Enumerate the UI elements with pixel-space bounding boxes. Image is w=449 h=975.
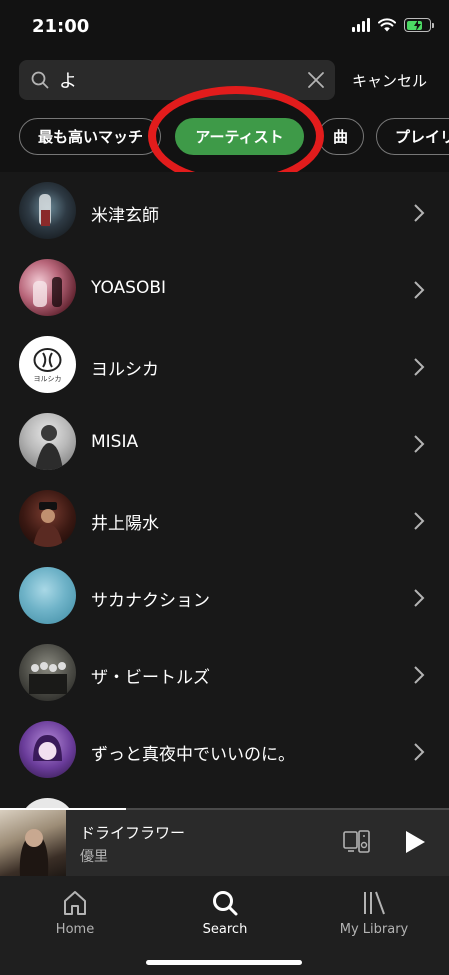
- artist-name: サカナクション: [91, 591, 210, 611]
- cancel-button[interactable]: キャンセル: [352, 70, 427, 91]
- chevron-right-icon: [414, 743, 425, 761]
- home-indicator: [146, 960, 302, 965]
- play-icon[interactable]: [404, 830, 426, 854]
- list-item[interactable]: ずっと真夜中でいいのに。: [0, 711, 449, 788]
- library-icon: [364, 891, 385, 915]
- list-item[interactable]: サカナクション: [0, 557, 449, 634]
- artist-name: YOASOBI: [91, 278, 167, 298]
- tab-library-label: My Library: [339, 922, 409, 937]
- artist-name: ザ・ビートルズ: [91, 668, 210, 688]
- avatar: [19, 490, 76, 547]
- svg-text:ヨルシカ: ヨルシカ: [34, 375, 62, 383]
- wifi-icon: [378, 18, 396, 32]
- list-item[interactable]: 井上陽水: [0, 480, 449, 557]
- mini-player[interactable]: ドライフラワー 優里: [0, 808, 449, 876]
- playback-progress: [0, 808, 449, 810]
- battery-icon: [404, 18, 434, 32]
- status-icons: [352, 18, 434, 32]
- list-item[interactable]: ザ・ビートルズ: [0, 634, 449, 711]
- now-playing-artist: 優里: [80, 849, 108, 865]
- status-bar: 21:00: [0, 0, 449, 54]
- avatar: [19, 644, 76, 701]
- tab-home[interactable]: Home: [0, 882, 150, 942]
- avatar: [19, 567, 76, 624]
- list-item[interactable]: ヨルシカ ヨルシカ: [0, 326, 449, 403]
- yorushika-logo: ヨルシカ: [33, 348, 62, 383]
- search-icon: [213, 891, 238, 916]
- list-item[interactable]: MISIA: [0, 403, 449, 480]
- tab-library[interactable]: My Library: [299, 882, 449, 942]
- chevron-right-icon: [414, 512, 425, 530]
- now-playing-title: ドライフラワー: [80, 824, 186, 842]
- avatar: ヨルシカ: [19, 336, 76, 393]
- tab-search[interactable]: Search: [150, 882, 300, 942]
- clear-icon[interactable]: [307, 71, 325, 89]
- artist-name: MISIA: [91, 432, 139, 452]
- chip-top-match[interactable]: 最も高いマッチ: [19, 118, 161, 155]
- chevron-right-icon: [414, 281, 425, 299]
- artist-results-list: 米津玄師 YOASOBI ヨルシカ ヨルシカ MISIA 井上陽水 サカナクショ…: [0, 172, 449, 812]
- cellular-signal-icon: [352, 18, 370, 32]
- search-box[interactable]: [19, 60, 335, 100]
- chevron-right-icon: [414, 204, 425, 222]
- chevron-right-icon: [414, 435, 425, 453]
- chip-songs[interactable]: 曲: [318, 118, 364, 155]
- avatar: [19, 413, 76, 470]
- chevron-right-icon: [414, 589, 425, 607]
- chip-artists[interactable]: アーティスト: [175, 118, 304, 155]
- artist-name: ずっと真夜中でいいのに。: [91, 745, 295, 765]
- chevron-right-icon: [414, 666, 425, 684]
- chip-playlists[interactable]: プレイリ: [376, 118, 449, 155]
- search-input[interactable]: [59, 68, 299, 92]
- tab-search-label: Search: [202, 922, 248, 937]
- search-icon: [31, 71, 49, 89]
- filter-chips: 最も高いマッチ アーティスト 曲 プレイリ: [0, 118, 449, 158]
- avatar: [19, 182, 76, 239]
- connect-device-icon[interactable]: [343, 830, 371, 854]
- tab-home-label: Home: [55, 922, 95, 937]
- status-time: 21:00: [32, 16, 90, 37]
- artist-name: ヨルシカ: [91, 360, 159, 380]
- artist-name: 米津玄師: [91, 206, 159, 226]
- chevron-right-icon: [414, 358, 425, 376]
- artist-name: 井上陽水: [91, 514, 159, 534]
- avatar: [19, 721, 76, 778]
- avatar: [19, 259, 76, 316]
- search-row: キャンセル: [0, 60, 449, 102]
- list-item[interactable]: 米津玄師: [0, 172, 449, 249]
- home-icon: [64, 891, 86, 915]
- now-playing-artwork: [0, 810, 66, 876]
- list-item[interactable]: YOASOBI: [0, 249, 449, 326]
